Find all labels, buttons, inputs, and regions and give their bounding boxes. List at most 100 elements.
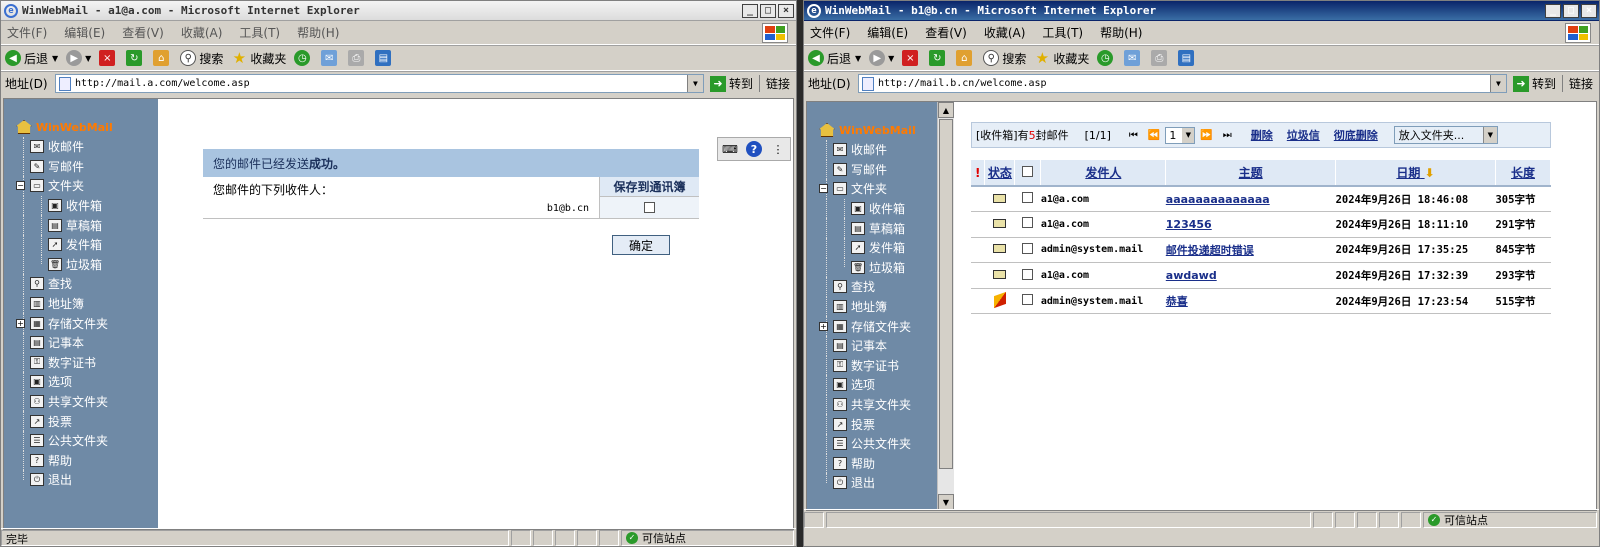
sidebar-item-receive[interactable]: ✉ 收邮件 (4, 137, 158, 157)
junk-link[interactable]: 垃圾信 (1287, 127, 1320, 143)
close-button[interactable]: × (778, 3, 794, 18)
sidebar-item-certificate[interactable]: ⚿ 数字证书 (4, 352, 158, 373)
sidebar-item-drafts[interactable]: ▤ 草稿箱 (4, 215, 158, 235)
more-icon[interactable]: ⋮ (766, 138, 790, 160)
scroll-up-icon[interactable]: ▲ (938, 102, 954, 118)
sidebar-item-notepad[interactable]: ▤ 记事本 (4, 332, 158, 353)
ok-button[interactable]: 确定 (612, 235, 670, 255)
menu-favorites[interactable]: 收藏(A) (181, 24, 223, 41)
menu-tools[interactable]: 工具(T) (1042, 24, 1083, 41)
first-page-icon[interactable]: ⏮ (1129, 130, 1138, 141)
collapse-icon[interactable]: − (819, 184, 828, 194)
maximize-button[interactable]: □ (1563, 3, 1579, 18)
expand-icon[interactable]: + (16, 318, 25, 328)
address-input[interactable]: http://mail.a.com/welcome.asp ▼ (55, 74, 704, 93)
sidebar-item-sent[interactable]: ➚ 发件箱 (4, 234, 158, 255)
maximize-button[interactable]: □ (760, 3, 776, 18)
minimize-button[interactable]: _ (1545, 3, 1561, 18)
purge-link[interactable]: 彻底删除 (1334, 127, 1378, 143)
menu-tools[interactable]: 工具(T) (239, 24, 280, 41)
scroll-down-icon[interactable]: ▼ (938, 494, 954, 510)
home-button[interactable]: ⌂ (153, 50, 172, 66)
menu-edit[interactable]: 编辑(E) (867, 24, 908, 41)
sidebar-item-addressbook[interactable]: ▥ 地址簿 (807, 296, 937, 317)
sidebar-item-trash[interactable]: 🗑 垃圾箱 (4, 254, 158, 275)
table-row[interactable]: a1@a.com awdawd 2024年9月26日 17:32:39 293字… (971, 262, 1551, 289)
subject-link[interactable]: 123456 (1165, 211, 1336, 238)
sidebar-item-public[interactable]: ☰ 公共文件夹 (4, 430, 158, 451)
row-checkbox[interactable] (1022, 294, 1034, 306)
subject-link[interactable]: aaaaaaaaaaaaaa (1165, 186, 1336, 213)
table-row[interactable]: admin@system.mail 邮件投递超时错误 2024年9月26日 17… (971, 237, 1551, 264)
refresh-button[interactable]: ↻ (126, 50, 145, 66)
sidebar-item-inbox[interactable]: ▣ 收件箱 (807, 198, 937, 219)
sidebar-item-shared[interactable]: ⚇ 共享文件夹 (4, 391, 158, 412)
sidebar-item-receive[interactable]: ✉ 收邮件 (807, 140, 937, 160)
home-button[interactable]: ⌂ (956, 50, 975, 66)
menu-file[interactable]: 文件(F) (7, 24, 47, 41)
history-button[interactable]: ◷ (294, 50, 313, 66)
sidebar-item-help[interactable]: ? 帮助 (807, 453, 937, 474)
back-button[interactable]: ◀ 后退 ▼ (5, 50, 58, 67)
forward-button[interactable]: ▶ ▼ (66, 50, 91, 66)
table-row[interactable]: a1@a.com aaaaaaaaaaaaaa 2024年9月26日 18:46… (971, 186, 1551, 213)
prev-page-icon[interactable]: ⏪ (1148, 130, 1160, 141)
sidebar-item-compose[interactable]: ✎ 写邮件 (4, 156, 158, 177)
select-all-checkbox[interactable] (1022, 165, 1034, 177)
go-button[interactable]: ➜ 转到 (709, 75, 753, 92)
favorites-button[interactable]: ★ 收藏夹 (231, 49, 287, 67)
sidebar-item-trash[interactable]: 🗑 垃圾箱 (807, 257, 937, 278)
sidebar-item-options[interactable]: ▣ 选项 (807, 375, 937, 395)
sidebar-item-logout[interactable]: ⏻ 退出 (807, 473, 937, 493)
sidebar-item-notepad[interactable]: ▤ 记事本 (807, 335, 937, 356)
last-page-icon[interactable]: ⏭ (1223, 130, 1232, 141)
sidebar-item-search[interactable]: ⚲ 查找 (807, 277, 937, 297)
menu-view[interactable]: 查看(V) (925, 24, 967, 41)
length-header[interactable]: 长度 (1495, 160, 1552, 187)
row-checkbox[interactable] (1022, 192, 1034, 204)
menu-view[interactable]: 查看(V) (122, 24, 164, 41)
delete-link[interactable]: 删除 (1251, 127, 1273, 143)
stop-button[interactable]: × (99, 50, 118, 66)
search-button[interactable]: ⚲ 搜索 (983, 50, 1026, 67)
go-button[interactable]: ➜ 转到 (1512, 75, 1556, 92)
close-button[interactable]: × (1581, 3, 1597, 18)
sidebar-item-vote[interactable]: ↗ 投票 (4, 411, 158, 431)
sidebar-item-certificate[interactable]: ⚿ 数字证书 (807, 355, 937, 376)
table-row[interactable]: a1@a.com 123456 2024年9月26日 18:11:10 291字… (971, 211, 1551, 238)
edit-button[interactable]: ▤ (375, 50, 394, 66)
sidebar-item-options[interactable]: ▣ 选项 (4, 372, 158, 392)
minimize-button[interactable]: _ (742, 3, 758, 18)
sidebar-item-help[interactable]: ? 帮助 (4, 450, 158, 471)
menu-help[interactable]: 帮助(H) (297, 24, 339, 41)
menu-help[interactable]: 帮助(H) (1100, 24, 1142, 41)
address-input[interactable]: http://mail.b.cn/welcome.asp ▼ (858, 74, 1507, 93)
sidebar-item-storage[interactable]: + ▦ 存储文件夹 (4, 313, 158, 333)
menu-file[interactable]: 文件(F) (810, 24, 850, 41)
subject-link[interactable]: awdawd (1165, 262, 1336, 289)
refresh-button[interactable]: ↻ (929, 50, 948, 66)
scroll-thumb[interactable] (939, 119, 953, 469)
forward-button[interactable]: ▶ ▼ (869, 50, 894, 66)
status-header[interactable]: 状态 (984, 160, 1016, 187)
sidebar-item-compose[interactable]: ✎ 写邮件 (807, 159, 937, 180)
print-button[interactable]: ⎙ (348, 50, 367, 66)
help-icon[interactable]: ? (746, 141, 762, 157)
history-button[interactable]: ◷ (1097, 50, 1116, 66)
menu-edit[interactable]: 编辑(E) (64, 24, 105, 41)
table-row[interactable]: admin@system.mail 恭喜 2024年9月26日 17:23:54… (971, 288, 1551, 315)
sidebar-item-addressbook[interactable]: ▥ 地址簿 (4, 293, 158, 314)
sidebar-scrollbar[interactable]: ▲ ▼ (937, 102, 954, 510)
sender-header[interactable]: 发件人 (1040, 160, 1167, 187)
keyboard-icon[interactable]: ⌨ (718, 138, 742, 160)
subject-link[interactable]: 邮件投递超时错误 (1165, 237, 1336, 264)
edit-button[interactable]: ▤ (1178, 50, 1197, 66)
sidebar-item-sent[interactable]: ➚ 发件箱 (807, 237, 937, 258)
back-button[interactable]: ◀ 后退 ▼ (808, 50, 861, 67)
mail-button[interactable]: ✉ (321, 50, 340, 66)
sidebar-item-folders[interactable]: − ▭ 文件夹 (4, 176, 158, 196)
expand-icon[interactable]: + (819, 321, 828, 331)
sidebar-item-search[interactable]: ⚲ 查找 (4, 274, 158, 294)
sidebar-item-folders[interactable]: − ▭ 文件夹 (807, 179, 937, 199)
save-to-addressbook-checkbox[interactable] (644, 202, 655, 213)
